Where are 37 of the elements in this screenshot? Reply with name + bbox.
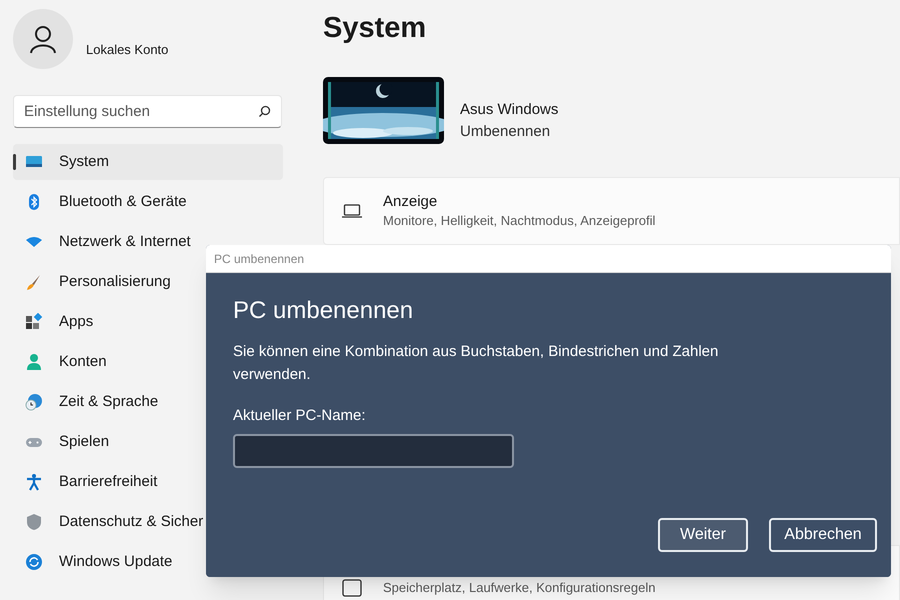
rename-link[interactable]: Umbenennen [460, 121, 558, 143]
search-icon [258, 105, 271, 118]
selection-indicator [13, 154, 16, 170]
sidebar-item[interactable]: Personalisierung [13, 264, 171, 300]
sidebar-item[interactable]: Apps [13, 304, 94, 340]
sidebar-item[interactable]: System [13, 144, 283, 180]
sidebar-item[interactable]: Netzwerk & Internet [13, 224, 191, 260]
pc-name-field[interactable] [233, 434, 514, 468]
dialog-heading: PC umbenennen [233, 296, 414, 326]
shield-icon [25, 513, 43, 531]
device-name: Asus Windows [460, 100, 558, 120]
field-label: Aktueller PC-Name: [233, 406, 367, 426]
update-icon [25, 553, 43, 571]
sidebar-item[interactable]: Konten [13, 344, 107, 380]
sidebar-item[interactable]: Zeit & Sprache [13, 384, 158, 420]
dialog-message: Sie können eine Kombination aus Buchstaben, Bindestrichen und Zahlen verwenden. [233, 342, 720, 385]
account-name: Lokales Konto [86, 41, 168, 60]
settings-card[interactable]: Anzeige Monitore, Helligkeit, Nachtmodus, Anzeigeprofil [323, 177, 900, 245]
card-subtitle: Speicherplatz, Laufwerke, Konfigurationsregeln [383, 579, 656, 597]
search-field[interactable]: Einstellung suchen [13, 95, 282, 128]
page-title: System [323, 11, 428, 46]
sidebar-item[interactable]: Datenschutz & Sicher [13, 504, 204, 540]
globe-clock-icon [25, 393, 43, 411]
apps-icon [25, 313, 43, 331]
sidebar-item[interactable]: Bluetooth & Geräte [13, 184, 187, 220]
sidebar-item[interactable]: Windows Update [13, 544, 172, 580]
sidebar-item[interactable]: Barrierefreiheit [13, 464, 158, 500]
next-button[interactable]: Weiter [658, 518, 748, 552]
person-icon [25, 353, 43, 371]
person-icon [28, 24, 58, 54]
dialog-window-title: PC umbenennen [214, 250, 304, 268]
sidebar-item[interactable]: Spielen [13, 424, 110, 460]
cancel-button[interactable]: Abbrechen [769, 518, 877, 552]
accessibility-icon [25, 473, 43, 491]
card-subtitle: Monitore, Helligkeit, Nachtmodus, Anzeigeprofil [383, 212, 656, 230]
laptop-icon [342, 204, 362, 218]
card-title: Anzeige [383, 192, 438, 212]
